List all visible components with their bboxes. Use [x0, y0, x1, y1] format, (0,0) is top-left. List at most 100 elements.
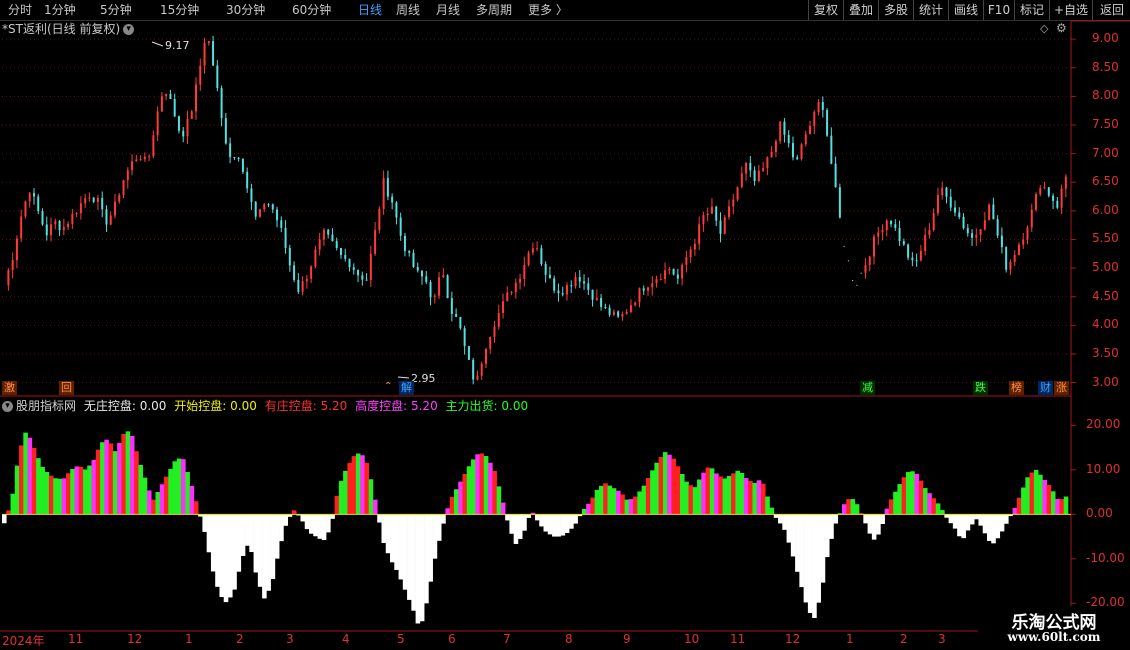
indicator-bar [1029, 472, 1035, 515]
price-candle [757, 170, 760, 182]
price-candle [783, 121, 786, 135]
price-candle [267, 204, 270, 206]
indicator-bar [760, 483, 766, 515]
price-candle [173, 98, 176, 117]
price-candle [241, 158, 244, 172]
price-candle [433, 295, 436, 298]
price-candle [1022, 239, 1025, 245]
indicator-bar [974, 514, 979, 520]
price-candle [459, 316, 462, 329]
indicator-bar [607, 485, 613, 515]
price-candle [67, 224, 70, 228]
price-candle [429, 282, 432, 298]
indicator-bar [1050, 491, 1056, 515]
price-candle [1060, 188, 1063, 208]
price-candle [305, 278, 308, 282]
watermark-url: www.60lt.com [1007, 630, 1101, 644]
price-candle [919, 250, 922, 261]
price-candle [1035, 194, 1038, 210]
event-tag[interactable]: 激 [2, 381, 17, 395]
indicator-bar [48, 475, 54, 515]
price-candle [531, 248, 534, 253]
price-candle [148, 156, 151, 158]
x-axis-label: 4 [342, 632, 350, 646]
price-candle [723, 217, 726, 234]
price-candle [745, 162, 748, 174]
indicator-bar [266, 514, 271, 591]
indicator-bar [398, 514, 404, 580]
indicator-bar [488, 462, 493, 515]
price-candle [11, 260, 14, 271]
price-candle [331, 234, 334, 242]
x-axis-label: 8 [565, 632, 573, 646]
indicator-bar [249, 514, 254, 553]
indicator-bar [918, 480, 924, 515]
indicator-bar [65, 473, 71, 515]
indicator-axis-label: 10.00 [1086, 461, 1121, 476]
indicator-bar [901, 477, 907, 515]
indicator-bar [500, 502, 506, 515]
price-candle [945, 187, 948, 197]
price-candle [519, 278, 522, 283]
event-tag[interactable]: 减 [860, 381, 875, 395]
event-tag[interactable]: 涨 [1054, 381, 1069, 395]
indicator-bar [888, 499, 894, 515]
chevron-down-icon[interactable]: ▾ [2, 401, 13, 412]
indicator-bar [547, 514, 553, 535]
price-candle [570, 285, 573, 287]
indicator-bar [343, 470, 348, 515]
indicator-bar [914, 473, 920, 515]
price-axis-label: 5.50 [1092, 231, 1119, 246]
indicator-bar [778, 514, 783, 524]
event-tag[interactable]: 跌 [973, 381, 988, 395]
price-candle [177, 116, 180, 131]
price-candle [250, 188, 253, 202]
price-axis-label: 7.50 [1092, 117, 1119, 131]
price-candle [595, 297, 598, 300]
indicator-bar [876, 514, 881, 535]
indicator-bar [910, 471, 915, 515]
event-tag[interactable]: 榜 [1009, 381, 1024, 395]
indicator-axis-label: 0.00 [1086, 506, 1113, 521]
price-candle [229, 143, 232, 158]
indicator-bar [381, 514, 387, 544]
price-candle [169, 93, 172, 99]
price-candle [203, 42, 206, 66]
price-candle [254, 201, 257, 217]
price-candle [834, 163, 837, 188]
indicator-bar [824, 514, 830, 558]
price-candle [348, 258, 351, 268]
event-tag[interactable]: 财 [1038, 381, 1053, 395]
indicator-bar [628, 499, 634, 515]
indicator-bar [714, 473, 719, 515]
indicator-bar [95, 449, 101, 515]
indicator-bar [1055, 498, 1060, 515]
price-candle [237, 158, 240, 160]
price-candle [207, 41, 210, 43]
price-candle [15, 238, 18, 261]
indicator-bar [603, 483, 608, 515]
price-candle [391, 196, 394, 203]
price-candle [907, 244, 910, 258]
indicator-bar [722, 478, 728, 515]
price-candle [672, 269, 675, 275]
price-candle [651, 283, 654, 288]
indicator-bar [961, 514, 966, 539]
price-candle [327, 229, 330, 235]
indicator-bar [658, 457, 664, 515]
indicator-bar [253, 514, 259, 573]
indicator-bar [756, 480, 762, 515]
event-tag[interactable]: 回 [59, 381, 74, 395]
price-candle [263, 204, 266, 210]
indicator-bar [940, 510, 945, 515]
indicator-bar [820, 514, 826, 583]
indicator-bar [176, 458, 182, 515]
event-tag[interactable]: 解 [399, 381, 414, 395]
indicator-bar [262, 514, 267, 599]
price-candle [233, 157, 236, 159]
indicator-bar [884, 508, 890, 515]
price-candle [293, 265, 296, 280]
kline-chart[interactable] [0, 0, 1130, 650]
indicator-bar [291, 510, 297, 515]
indicator-bar [654, 462, 659, 515]
